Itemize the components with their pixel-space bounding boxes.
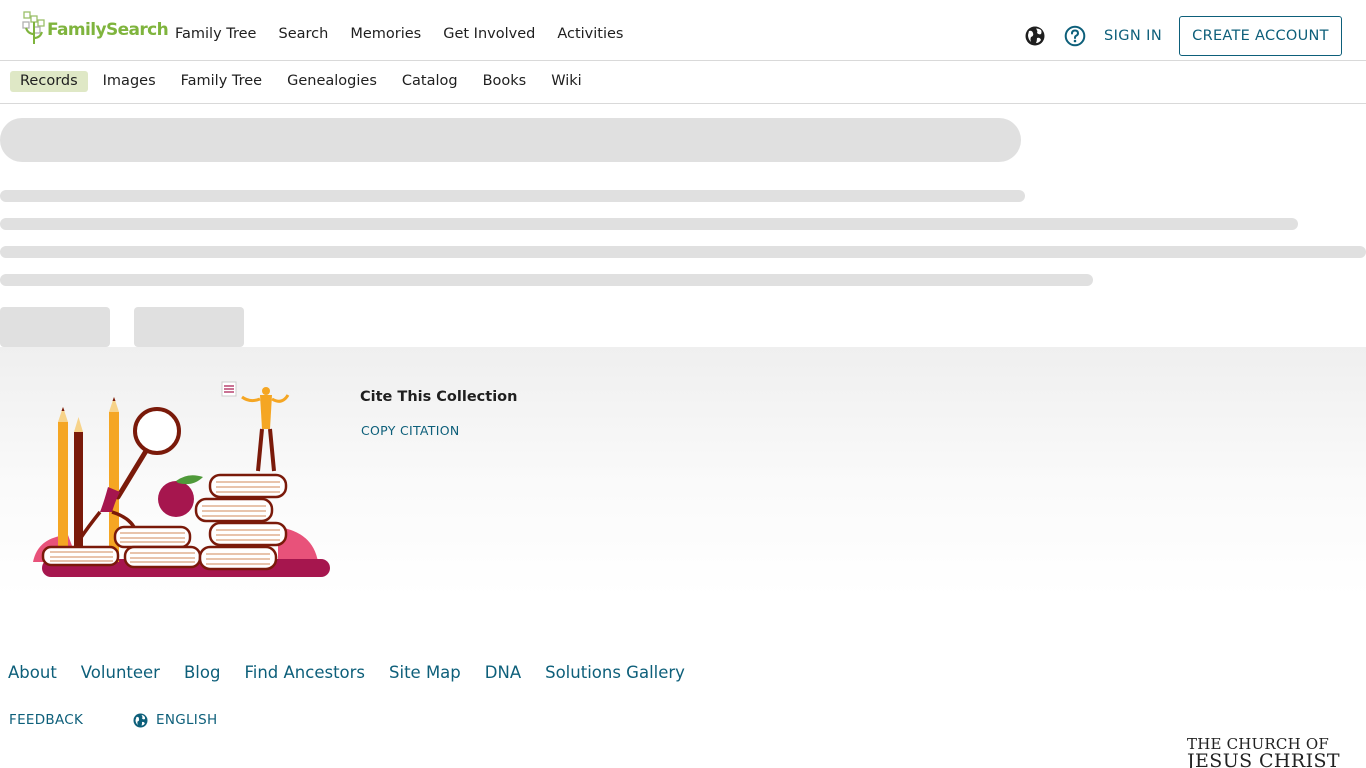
tree-logo-icon [22, 11, 45, 44]
globe-icon[interactable] [1024, 25, 1046, 47]
skeleton-line [0, 274, 1093, 286]
subnav-records[interactable]: Records [10, 71, 88, 92]
sign-in-link[interactable]: SIGN IN [1104, 28, 1162, 44]
main-nav: Family Tree Search Memories Get Involved… [175, 26, 623, 42]
nav-get-involved[interactable]: Get Involved [443, 26, 535, 42]
footer-links: About Volunteer Blog Find Ancestors Site… [8, 663, 685, 682]
globe-icon [133, 713, 148, 727]
language-label: ENGLISH [156, 712, 218, 728]
skeleton-line [0, 218, 1298, 230]
subnav-family-tree[interactable]: Family Tree [171, 71, 272, 92]
footer-link-volunteer[interactable]: Volunteer [81, 663, 160, 682]
search-subnav: Records Images Family Tree Genealogies C… [0, 61, 1366, 104]
nav-memories[interactable]: Memories [350, 26, 421, 42]
skeleton-line [0, 246, 1366, 258]
subnav-genealogies[interactable]: Genealogies [277, 71, 387, 92]
subnav-catalog[interactable]: Catalog [392, 71, 468, 92]
footer-link-site-map[interactable]: Site Map [389, 663, 461, 682]
feedback-link[interactable]: FEEDBACK [9, 712, 83, 728]
language-selector[interactable]: ENGLISH [133, 712, 217, 728]
subnav-books[interactable]: Books [473, 71, 537, 92]
familysearch-logo[interactable]: FamilySearch [22, 10, 169, 46]
skeleton-title-placeholder [0, 118, 1021, 162]
skeleton-button-placeholder [0, 307, 110, 347]
footer-link-find-ancestors[interactable]: Find Ancestors [244, 663, 365, 682]
nav-family-tree[interactable]: Family Tree [175, 26, 256, 42]
subnav-images[interactable]: Images [93, 71, 166, 92]
create-account-button[interactable]: CREATE ACCOUNT [1179, 16, 1342, 56]
cite-collection-section: Cite This Collection COPY CITATION [0, 347, 1366, 597]
books-research-illustration [33, 381, 330, 577]
top-header: FamilySearch Family Tree Search Memories… [0, 0, 1366, 61]
church-logo[interactable]: THE CHURCH OF JESUS CHRIST [1187, 736, 1340, 768]
footer-link-blog[interactable]: Blog [184, 663, 220, 682]
church-logo-line2: JESUS CHRIST [1187, 750, 1340, 768]
footer-link-solutions-gallery[interactable]: Solutions Gallery [545, 663, 685, 682]
skeleton-line [0, 190, 1025, 202]
nav-search[interactable]: Search [278, 26, 328, 42]
logo-text: FamilySearch [47, 20, 169, 40]
skeleton-button-placeholder [134, 307, 244, 347]
cite-title: Cite This Collection [360, 389, 518, 405]
nav-activities[interactable]: Activities [557, 26, 623, 42]
copy-citation-button[interactable]: COPY CITATION [361, 423, 460, 438]
footer-link-about[interactable]: About [8, 663, 57, 682]
subnav-wiki[interactable]: Wiki [541, 71, 591, 92]
footer-link-dna[interactable]: DNA [485, 663, 521, 682]
help-circle-icon[interactable] [1064, 25, 1086, 47]
